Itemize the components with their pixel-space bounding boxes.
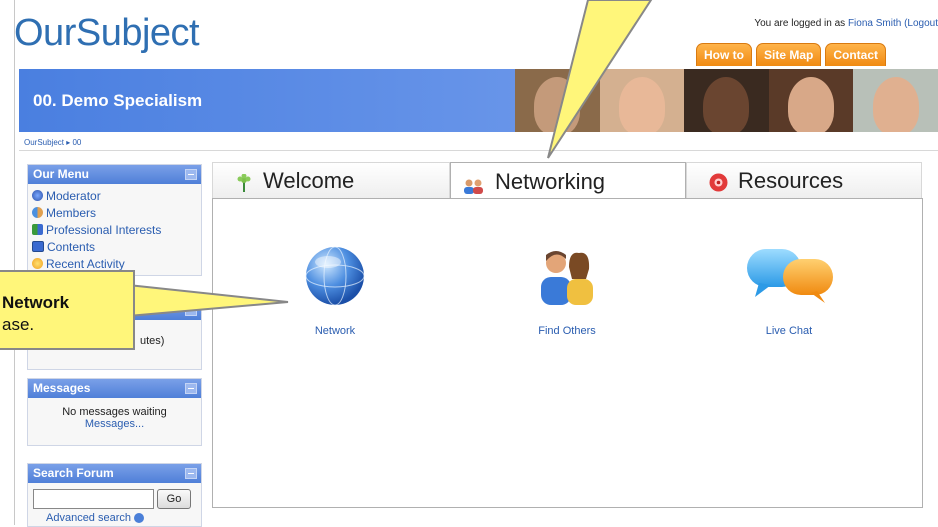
tutorial-callout: Network ase. bbox=[0, 270, 135, 350]
messages-header: Messages bbox=[28, 379, 201, 398]
photo-face-3 bbox=[684, 69, 769, 132]
login-status: You are logged in as Fiona Smith (Logout bbox=[754, 18, 938, 29]
tab-label: Resources bbox=[738, 168, 844, 193]
photo-face-2 bbox=[599, 69, 685, 132]
messages-title: Messages bbox=[33, 381, 91, 395]
tab-site-map[interactable]: Site Map bbox=[756, 43, 822, 66]
globe-icon bbox=[304, 245, 366, 307]
collapse-icon[interactable] bbox=[185, 383, 197, 394]
puzzle-icon bbox=[32, 224, 43, 235]
menu-item-professional-interests[interactable]: Professional Interests bbox=[28, 221, 201, 238]
menu-item-contents[interactable]: Contents bbox=[28, 238, 201, 255]
our-menu-title: Our Menu bbox=[33, 167, 89, 181]
tab-how-to[interactable]: How to bbox=[696, 43, 752, 66]
login-prefix: You are logged in as bbox=[754, 18, 848, 29]
contents-icon bbox=[32, 241, 44, 252]
app-live-chat[interactable]: Live Chat bbox=[739, 245, 839, 337]
collapse-icon[interactable] bbox=[185, 305, 197, 316]
banner-photos bbox=[515, 69, 938, 132]
messages-link[interactable]: Messages... bbox=[28, 418, 201, 430]
people-icon bbox=[463, 174, 485, 194]
messages-block: Messages No messages waiting Messages... bbox=[27, 378, 202, 446]
menu-item-label: Professional Interests bbox=[46, 222, 162, 237]
breadcrumb-divider bbox=[19, 150, 938, 151]
tab-label: Welcome bbox=[263, 168, 355, 193]
search-forum-title: Search Forum bbox=[33, 466, 114, 480]
callout-joint bbox=[127, 287, 132, 314]
tab-resources[interactable]: Resources bbox=[686, 162, 922, 199]
app-label: Find Others bbox=[538, 325, 596, 337]
our-menu-block: Our Menu Moderator Members Professional … bbox=[27, 164, 202, 276]
tab-content-panel: Network Find Others Live Chat bbox=[212, 198, 923, 508]
chat-bubbles-icon bbox=[741, 245, 837, 307]
photo-face-1 bbox=[515, 69, 600, 132]
tab-bar: Welcome Networking Resources bbox=[212, 162, 922, 201]
find-others-icon bbox=[536, 245, 598, 307]
breadcrumb[interactable]: OurSubject ▸ 00 bbox=[24, 138, 81, 147]
app-network[interactable]: Network bbox=[285, 245, 385, 337]
tab-networking[interactable]: Networking bbox=[450, 162, 686, 201]
top-nav: How to Site Map Contact bbox=[696, 43, 887, 66]
menu-item-label: Contents bbox=[47, 239, 96, 254]
callout-line-2: ase. bbox=[2, 315, 35, 334]
menu-item-members[interactable]: Members bbox=[28, 204, 201, 221]
tab-label: Networking bbox=[495, 168, 606, 194]
resources-icon bbox=[709, 172, 728, 191]
menu-item-label: Members bbox=[46, 205, 97, 220]
tab-welcome[interactable]: Welcome bbox=[212, 162, 450, 199]
photo-face-4 bbox=[768, 69, 854, 132]
search-go-button[interactable]: Go bbox=[157, 489, 191, 509]
search-input[interactable] bbox=[33, 489, 154, 509]
online-users-text: utes) bbox=[140, 335, 165, 347]
menu-item-moderator[interactable]: Moderator bbox=[28, 187, 201, 204]
tab-contact[interactable]: Contact bbox=[825, 43, 887, 66]
site-logo[interactable]: OurSubject bbox=[14, 8, 200, 58]
flower-icon bbox=[237, 172, 251, 192]
moderator-icon bbox=[32, 190, 43, 201]
menu-item-label: Recent Activity bbox=[46, 256, 125, 271]
our-menu-header: Our Menu bbox=[28, 165, 201, 184]
advanced-search-link[interactable]: Advanced search bbox=[46, 512, 145, 524]
photo-face-5 bbox=[853, 69, 938, 132]
search-forum-header: Search Forum bbox=[28, 464, 201, 483]
members-icon bbox=[32, 207, 43, 218]
callout-text: Network ase. bbox=[2, 292, 69, 336]
app-find-others[interactable]: Find Others bbox=[517, 245, 617, 337]
callout-line-1: Network bbox=[2, 293, 70, 312]
sun-icon bbox=[32, 258, 43, 269]
search-forum-block: Search Forum Go Advanced search bbox=[27, 463, 202, 527]
help-icon[interactable] bbox=[134, 513, 145, 524]
menu-item-label: Moderator bbox=[46, 188, 101, 203]
course-title: 00. Demo Specialism bbox=[33, 91, 203, 110]
app-label: Network bbox=[314, 325, 356, 337]
user-link[interactable]: Fiona Smith bbox=[848, 18, 901, 29]
collapse-icon[interactable] bbox=[185, 468, 197, 479]
collapse-icon[interactable] bbox=[185, 169, 197, 180]
messages-status: No messages waiting bbox=[62, 406, 167, 418]
logout-link[interactable]: (Logout bbox=[901, 18, 938, 29]
app-label: Live Chat bbox=[765, 325, 813, 337]
advanced-search-label: Advanced search bbox=[46, 512, 131, 524]
course-banner: 00. Demo Specialism bbox=[19, 69, 938, 132]
